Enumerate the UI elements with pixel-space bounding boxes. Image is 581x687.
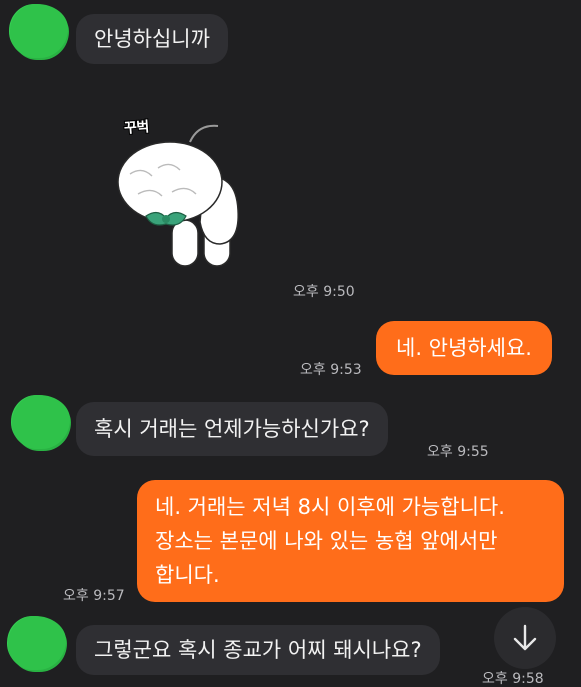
bowing-character-sticker[interactable] <box>108 112 248 272</box>
scroll-to-bottom-button[interactable] <box>494 607 556 669</box>
message-bubble-outgoing[interactable]: 네. 거래는 저녁 8시 이후에 가능합니다. 장소는 본문에 나와 있는 농협… <box>137 480 564 602</box>
message-bubble-incoming[interactable]: 혹시 거래는 언제가능하신가요? <box>76 402 388 456</box>
timestamp: 오후 9:57 <box>63 588 125 604</box>
timestamp: 오후 9:50 <box>293 284 355 300</box>
timestamp: 오후 9:58 <box>482 671 544 687</box>
sender-avatar[interactable] <box>8 616 66 670</box>
sender-avatar[interactable] <box>10 4 68 58</box>
message-line: 장소는 본문에 나와 있는 농협 앞에서만 <box>155 529 498 553</box>
message-bubble-outgoing[interactable]: 네. 안녕하세요. <box>376 321 552 375</box>
message-bubble-incoming[interactable]: 그렇군요 혹시 종교가 어찌 돼시나요? <box>76 625 440 675</box>
sender-avatar[interactable] <box>12 395 70 449</box>
timestamp: 오후 9:53 <box>300 362 362 378</box>
arrow-down-icon <box>513 624 537 651</box>
message-bubble-incoming[interactable]: 안녕하십니까 <box>76 14 228 64</box>
timestamp: 오후 9:55 <box>427 444 489 460</box>
message-line: 네. 거래는 저녁 8시 이후에 가능합니다. <box>155 495 505 519</box>
message-line: 합니다. <box>155 563 220 587</box>
chat-view[interactable]: 안녕하십니까 꾸벅 오후 9:50 오후 9:53 네. 안녕하세요. 혹시 거… <box>0 0 581 687</box>
